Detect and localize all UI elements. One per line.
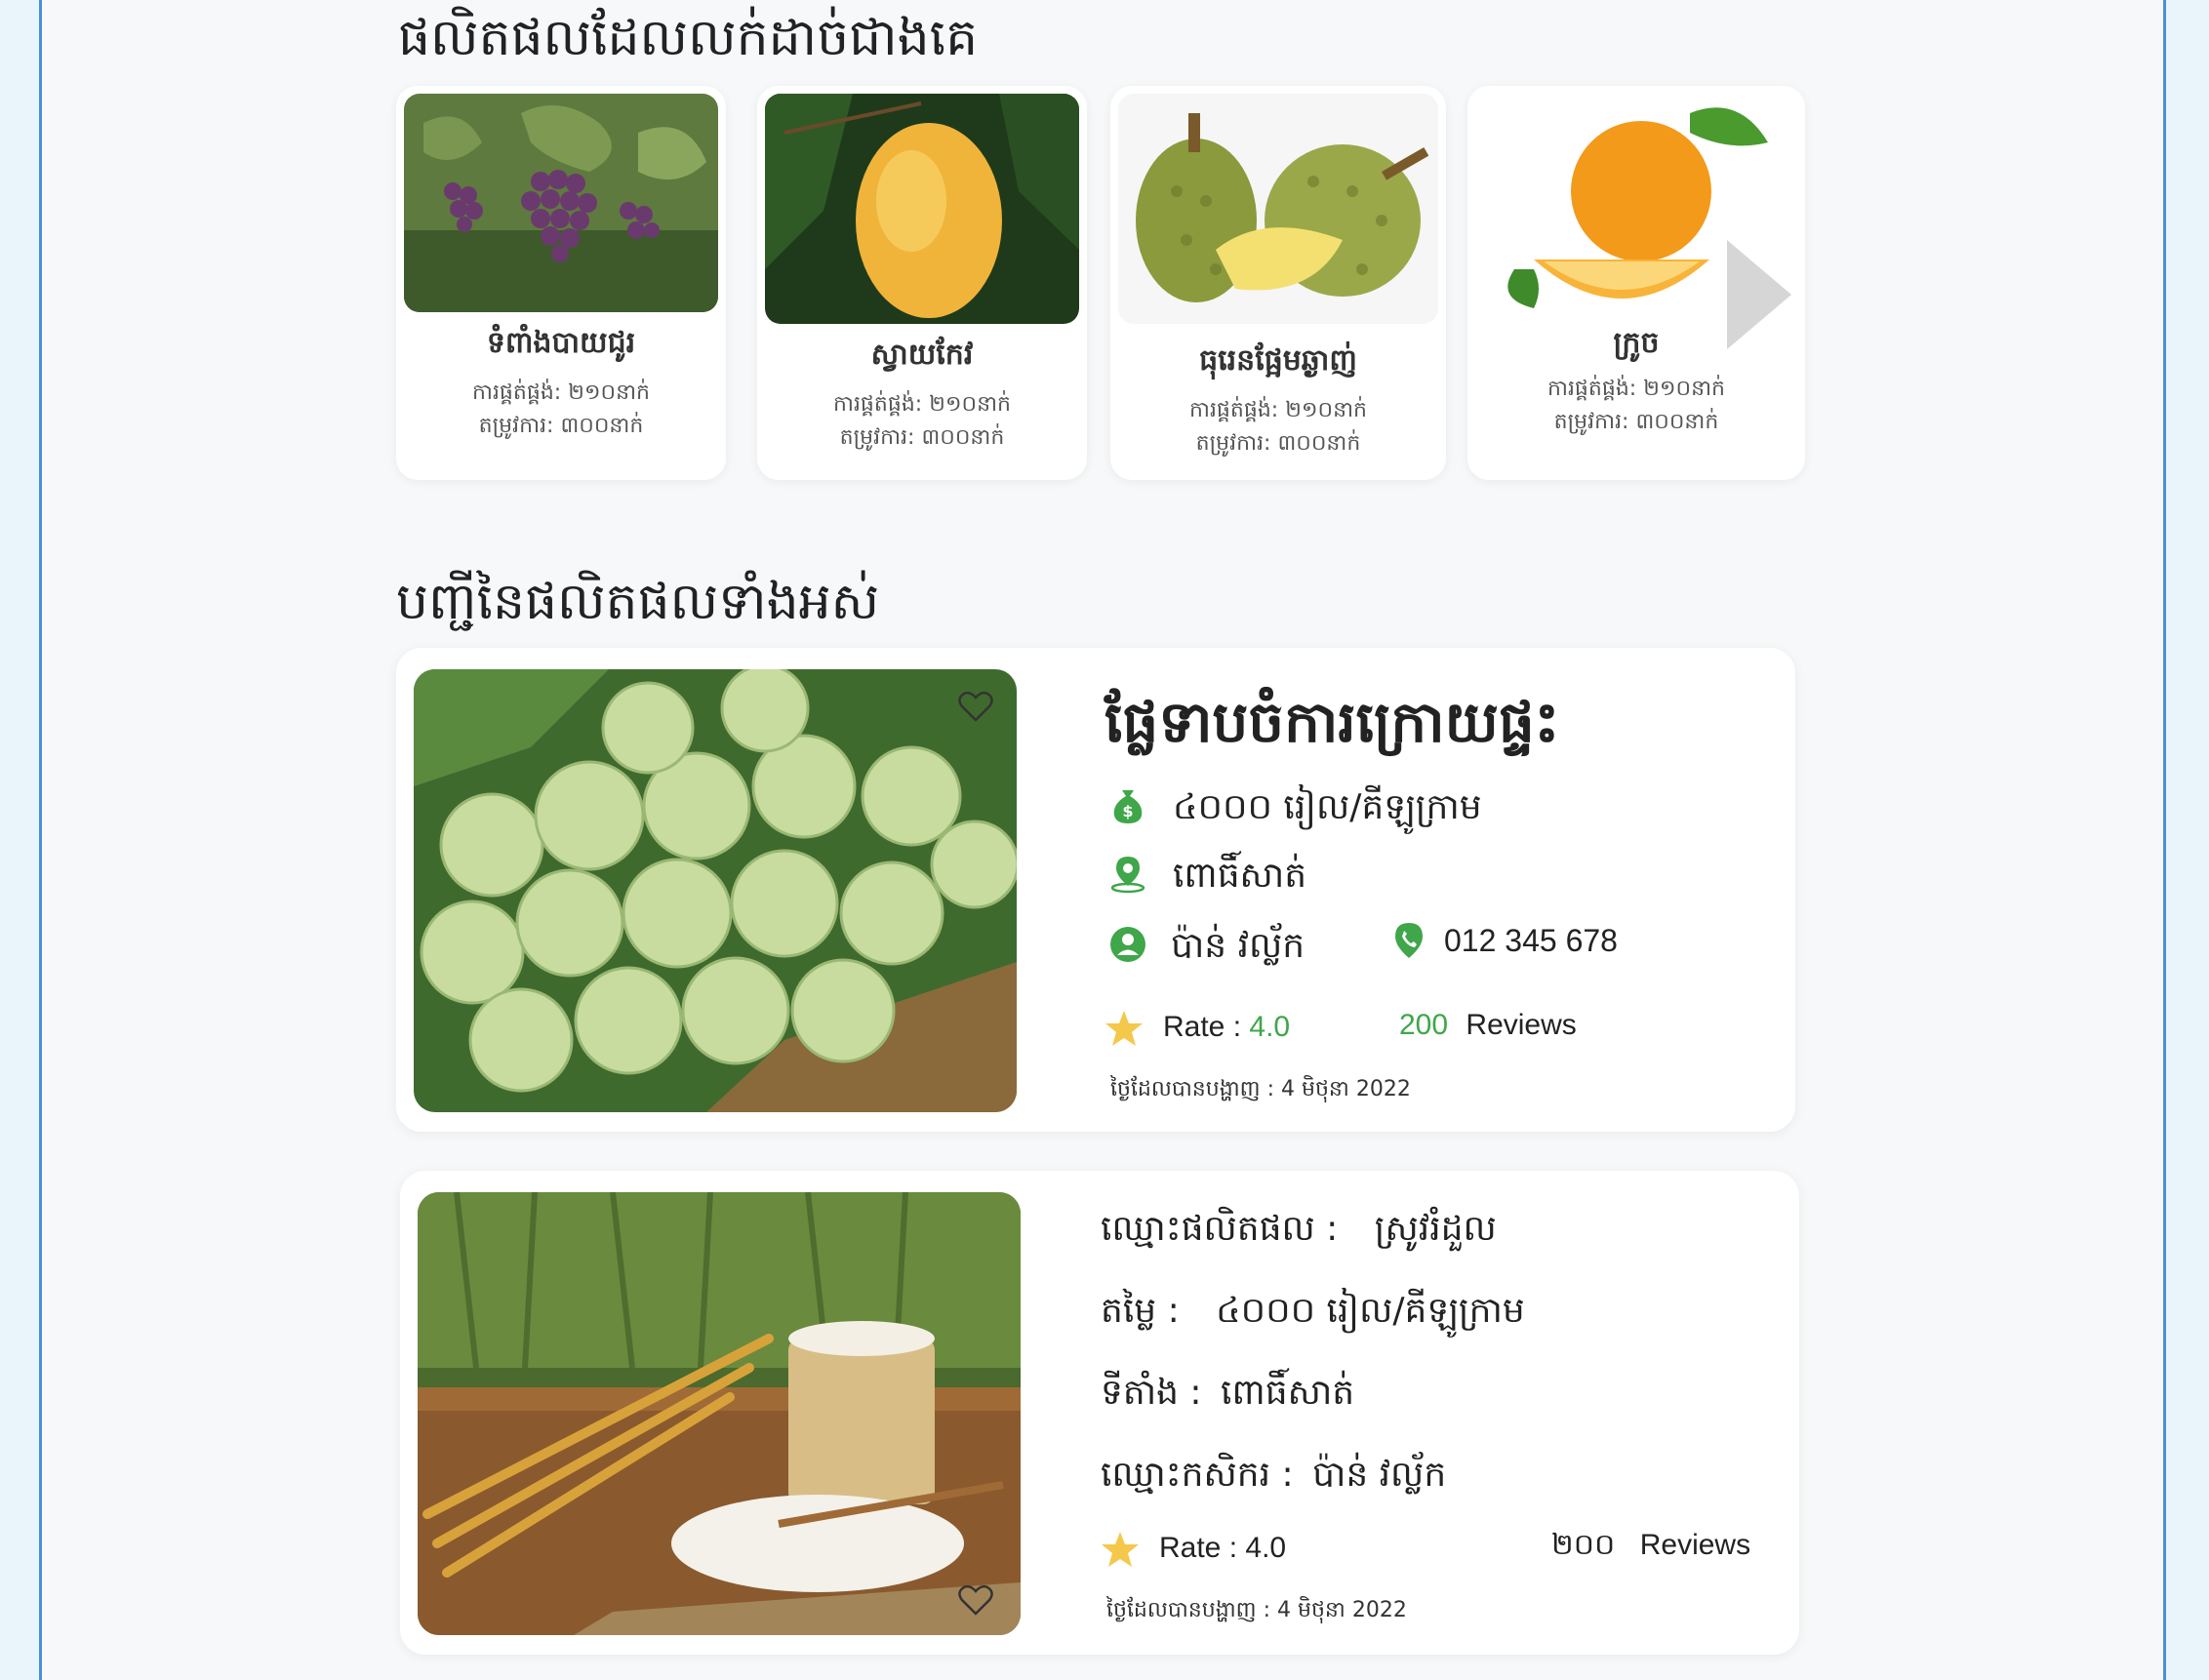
farmer-text: ប៉ាន់ វល្ល័ក bbox=[1171, 926, 1305, 966]
product-list-card[interactable]: ផ្លែទាបចំការក្រោយផ្ទះ $ ៤០០០ រៀល/គីឡូក្រ… bbox=[396, 648, 1795, 1132]
product-name-row: ឈ្មោះផលិតផល : ស្រូវរំដួល bbox=[1101, 1206, 1497, 1258]
location-text: ពោធិ៍សាត់ bbox=[1173, 856, 1307, 896]
reviews-label: Reviews bbox=[1466, 1009, 1577, 1041]
rating: Rate : 4.0 bbox=[1159, 1532, 1286, 1565]
top-product-card[interactable]: ធុរេនផ្អែមឆ្ងាញ់ ការផ្គត់ផ្គង់: ២១០នាក់ … bbox=[1110, 86, 1446, 480]
svg-text:$: $ bbox=[1122, 802, 1133, 820]
next-arrow-icon[interactable] bbox=[1727, 240, 1791, 349]
location-text: ពោធិ៍សាត់ bbox=[1221, 1373, 1355, 1413]
star-icon bbox=[1105, 1011, 1143, 1046]
custard-apple-image bbox=[414, 669, 1017, 1112]
supply-text: ការផ្គត់ផ្គង់: ២១០នាក់ bbox=[1547, 377, 1725, 401]
post-date: ថ្ងៃដែលបានបង្ហាញ : 4 មិថុនា 2022 bbox=[1106, 1598, 1407, 1622]
phone-text[interactable]: 012 345 678 bbox=[1444, 923, 1618, 959]
best-selling-title: ផលិតផលដែលលក់ដាច់ជាងគេ bbox=[398, 9, 979, 67]
money-bag-icon: $ bbox=[1113, 790, 1143, 823]
reviews[interactable]: ២០០ Reviews bbox=[1551, 1526, 1750, 1569]
product-name-label: ឈ្មោះផលិតផល : bbox=[1101, 1209, 1339, 1249]
demand-text: តម្រូវការ: ៣០០នាក់ bbox=[839, 425, 1005, 450]
rice-image bbox=[418, 1192, 1021, 1635]
supply-text: ការផ្គត់ផ្គង់: ២១០នាក់ bbox=[472, 380, 650, 405]
price-text: ៤០០០ រៀល/គីឡូក្រាម bbox=[1216, 1291, 1525, 1331]
top-product-card[interactable]: ទំពាំងបាយជូរ ការផ្គត់ផ្គង់: ២១០នាក់ តម្រ… bbox=[396, 86, 726, 480]
phone-icon[interactable] bbox=[1389, 921, 1428, 960]
supply-text: ការផ្គត់ផ្គង់: ២១០នាក់ bbox=[833, 392, 1011, 417]
product-list-card[interactable]: ឈ្មោះផលិតផល : ស្រូវរំដួល តម្លៃ : ៤០០០ រៀ… bbox=[400, 1171, 1799, 1655]
user-icon bbox=[1110, 927, 1145, 962]
reviews-count: ២០០ bbox=[1551, 1528, 1616, 1562]
location-label: ទីតាំង : bbox=[1101, 1373, 1202, 1413]
product-name: ធុរេនផ្អែមឆ្ងាញ់ bbox=[1199, 343, 1357, 378]
product-name: ស្រូវរំដួល bbox=[1374, 1209, 1497, 1249]
star-icon bbox=[1102, 1532, 1139, 1567]
rating: Rate : 4.0 bbox=[1163, 1011, 1290, 1044]
heart-icon[interactable] bbox=[958, 1584, 993, 1616]
reviews-count: 200 bbox=[1399, 1009, 1449, 1041]
farmer-label: ឈ្មោះកសិករ : bbox=[1101, 1455, 1294, 1495]
all-products-title: បញ្ជីនៃផលិតផលទាំងអស់ bbox=[396, 573, 880, 631]
mango-image bbox=[765, 94, 1079, 324]
top-product-card[interactable]: ស្វាយកែវ ការផ្គត់ផ្គង់: ២១០នាក់ តម្រូវកា… bbox=[757, 86, 1087, 480]
heart-icon[interactable] bbox=[958, 691, 993, 722]
product-name: ទំពាំងបាយជូរ bbox=[486, 326, 636, 360]
post-date: ថ្ងៃដែលបានបង្ហាញ : 4 មិថុនា 2022 bbox=[1110, 1077, 1411, 1101]
location-row: ទីតាំង : ពោធិ៍សាត់ bbox=[1101, 1370, 1354, 1421]
price-row: តម្លៃ : ៤០០០ រៀល/គីឡូក្រាម bbox=[1101, 1288, 1525, 1340]
location-pin-icon bbox=[1110, 857, 1145, 894]
price-text: ៤០០០ រៀល/គីឡូក្រាម bbox=[1173, 787, 1482, 827]
rate-value: 4.0 bbox=[1249, 1011, 1291, 1043]
rate-label: Rate : bbox=[1159, 1532, 1238, 1564]
product-name: ស្វាយកែវ bbox=[870, 338, 974, 372]
durian-image bbox=[1118, 94, 1438, 324]
farmer-text: ប៉ាន់ វល្ល័ក bbox=[1312, 1455, 1447, 1495]
demand-text: តម្រូវការ: ៣០០នាក់ bbox=[1553, 410, 1719, 434]
price-label: តម្លៃ : bbox=[1101, 1291, 1180, 1331]
reviews-label: Reviews bbox=[1639, 1529, 1751, 1561]
rate-value: 4.0 bbox=[1245, 1532, 1287, 1564]
supply-text: ការផ្គត់ផ្គង់: ២១០នាក់ bbox=[1189, 398, 1367, 422]
rate-label: Rate : bbox=[1163, 1011, 1242, 1043]
demand-text: តម្រូវការ: ៣០០នាក់ bbox=[1195, 431, 1361, 456]
grapes-image bbox=[404, 94, 718, 312]
product-name: ផ្លែទាបចំការក្រោយផ្ទះ bbox=[1104, 689, 1560, 755]
demand-text: តម្រូវការ: ៣០០នាក់ bbox=[478, 414, 644, 438]
reviews[interactable]: 200 Reviews bbox=[1399, 1009, 1577, 1042]
farmer-row: ឈ្មោះកសិករ : ប៉ាន់ វល្ល័ក bbox=[1101, 1452, 1446, 1503]
